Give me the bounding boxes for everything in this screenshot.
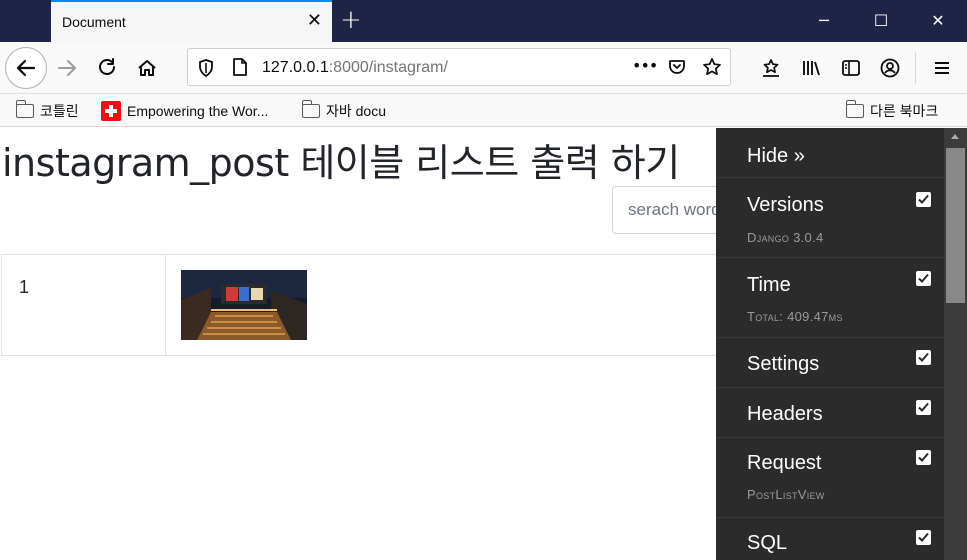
title-bar: Document ✕ + ─ ☐ ✕ [0,0,967,42]
tab-document[interactable]: Document ✕ [51,0,332,42]
reload-icon [99,58,115,75]
menu-button[interactable] [928,54,956,82]
scroll-up-arrow-icon[interactable] [951,134,959,139]
home-icon [138,60,156,76]
page-actions-icon[interactable]: ••• [632,56,658,75]
djdt-panel-label: SQL [747,532,788,554]
library-button[interactable] [797,54,825,82]
folder-icon [302,100,320,118]
navigation-toolbar: 127.0.0.1:8000/instagram/ ••• [0,42,967,94]
bookmark-empowering[interactable]: Empowering the Wor... [101,100,268,122]
scrollbar-thumb[interactable] [946,148,965,303]
sidebar-icon [842,60,860,76]
row-id: 1 [19,277,30,297]
post-image[interactable] [181,270,307,340]
djdt-toggle-checkbox[interactable] [916,450,931,465]
djdt-panel-label: Request [747,452,822,474]
account-icon [880,58,900,78]
sidebar-button[interactable] [837,54,865,82]
djdt-toggle-checkbox[interactable] [916,530,931,545]
maximize-button[interactable]: ☐ [861,8,901,34]
url-path: :8000/instagram/ [328,59,448,76]
url-host: 127.0.0.1 [262,59,329,76]
url-bar[interactable]: 127.0.0.1:8000/instagram/ ••• [187,48,731,86]
other-bookmarks[interactable]: 다른 북마크 [846,100,938,122]
djdt-toggle-checkbox[interactable] [916,271,931,286]
djdt-panel-label: Settings [747,353,820,375]
django-debug-toolbar: Hide » Versions Django 3.0.4 Time Total:… [716,128,967,560]
reload-button[interactable] [93,54,121,82]
new-tab-button[interactable]: + [340,7,362,33]
djdt-panel-label: Time [747,274,791,296]
url-text[interactable]: 127.0.0.1:8000/instagram/ [262,59,448,77]
star-tray-icon [763,59,779,77]
page-title: instagram_post 테이블 리스트 출력 하기 [2,141,680,185]
djdt-panel-versions[interactable]: Versions Django 3.0.4 [716,178,944,258]
library-icon [803,61,820,76]
djdt-panel-request[interactable]: Request PostListView [716,438,944,518]
forward-button[interactable] [53,54,81,82]
home-button[interactable] [133,54,161,82]
close-window-button[interactable]: ✕ [918,8,958,34]
bookmark-label: 자바 docu [326,103,387,119]
minimize-button[interactable]: ─ [804,8,844,34]
djdt-panel-label: Versions [747,194,824,216]
bookmark-label: 코틀린 [40,103,79,119]
hamburger-icon [935,62,949,74]
djdt-scrollbar[interactable] [944,128,967,560]
bookmark-star-icon[interactable] [702,57,722,81]
djdt-panel-sql[interactable]: SQL [716,518,944,560]
table-divider [165,255,166,355]
djdt-toggle-checkbox[interactable] [916,192,931,207]
djdt-toggle-checkbox[interactable] [916,350,931,365]
djdt-panel-headers[interactable]: Headers [716,388,944,438]
pocket-icon[interactable] [667,57,687,81]
saved-to-library-button[interactable] [757,54,785,82]
djdt-panel-settings[interactable]: Settings [716,338,944,388]
djdt-panel-label: Headers [747,403,823,425]
djdt-toggle-checkbox[interactable] [916,400,931,415]
close-tab-icon[interactable]: ✕ [307,11,322,31]
djdt-hide-label: Hide » [747,145,805,167]
bookmark-java-docu[interactable]: 자바 docu [302,100,386,122]
other-bookmarks-label: 다른 북마크 [870,103,939,119]
arrow-right-icon [58,60,76,76]
djdt-panel-sub: Total: 409.47ms [747,309,843,324]
djdt-panel-sub: PostListView [747,487,825,502]
djdt-panel-sub: Django 3.0.4 [747,230,824,245]
folder-icon [846,100,864,118]
tab-title: Document [62,14,126,30]
back-button[interactable] [5,47,47,89]
arrow-left-icon [16,59,36,77]
bookmark-label: Empowering the Wor... [127,103,269,119]
toolbar-divider [915,52,916,84]
djdt-panel-time[interactable]: Time Total: 409.47ms [716,258,944,338]
shield-icon[interactable] [197,58,215,82]
table-border [1,255,2,355]
folder-icon [16,100,34,118]
djdt-hide-button[interactable]: Hide » [716,128,944,178]
bookmarks-toolbar: 코틀린 Empowering the Wor... 자바 docu 다른 북마크 [0,94,967,127]
account-button[interactable] [876,54,904,82]
page-info-icon[interactable] [232,57,248,81]
swiss-flag-icon [101,101,121,121]
bookmark-kotlin[interactable]: 코틀린 [16,100,79,122]
